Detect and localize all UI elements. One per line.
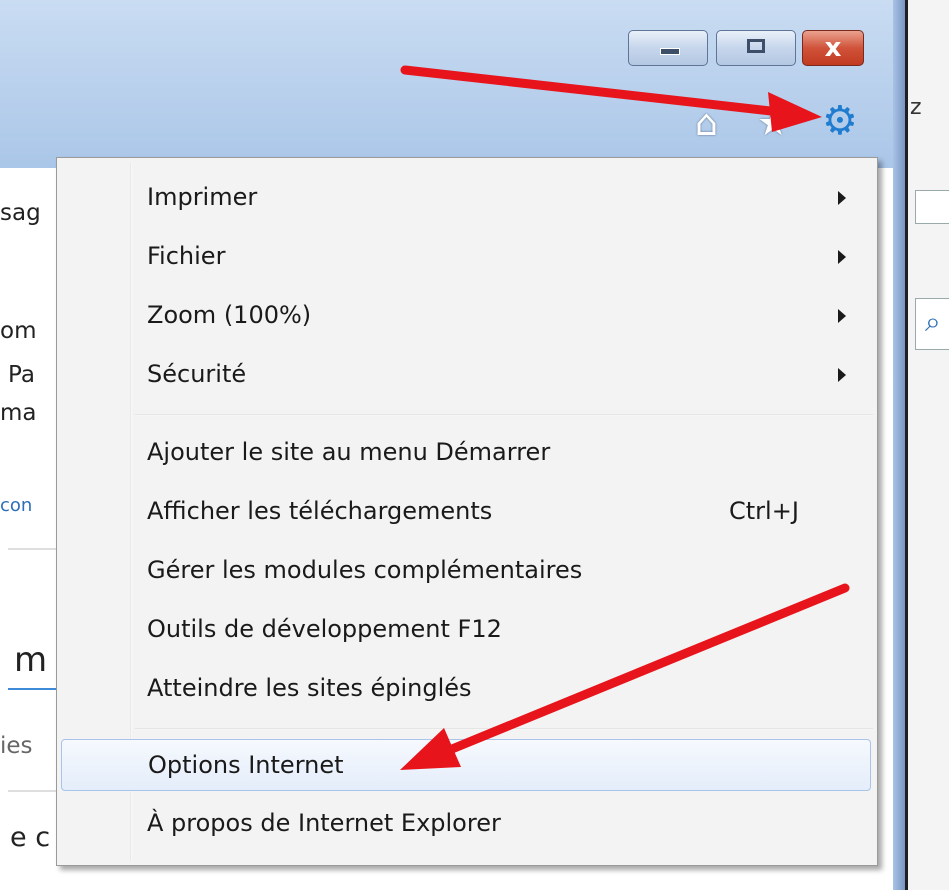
annotation-arrows <box>400 65 850 770</box>
arrow-to-gear <box>400 65 822 132</box>
arrow-to-internet-options <box>400 583 850 770</box>
